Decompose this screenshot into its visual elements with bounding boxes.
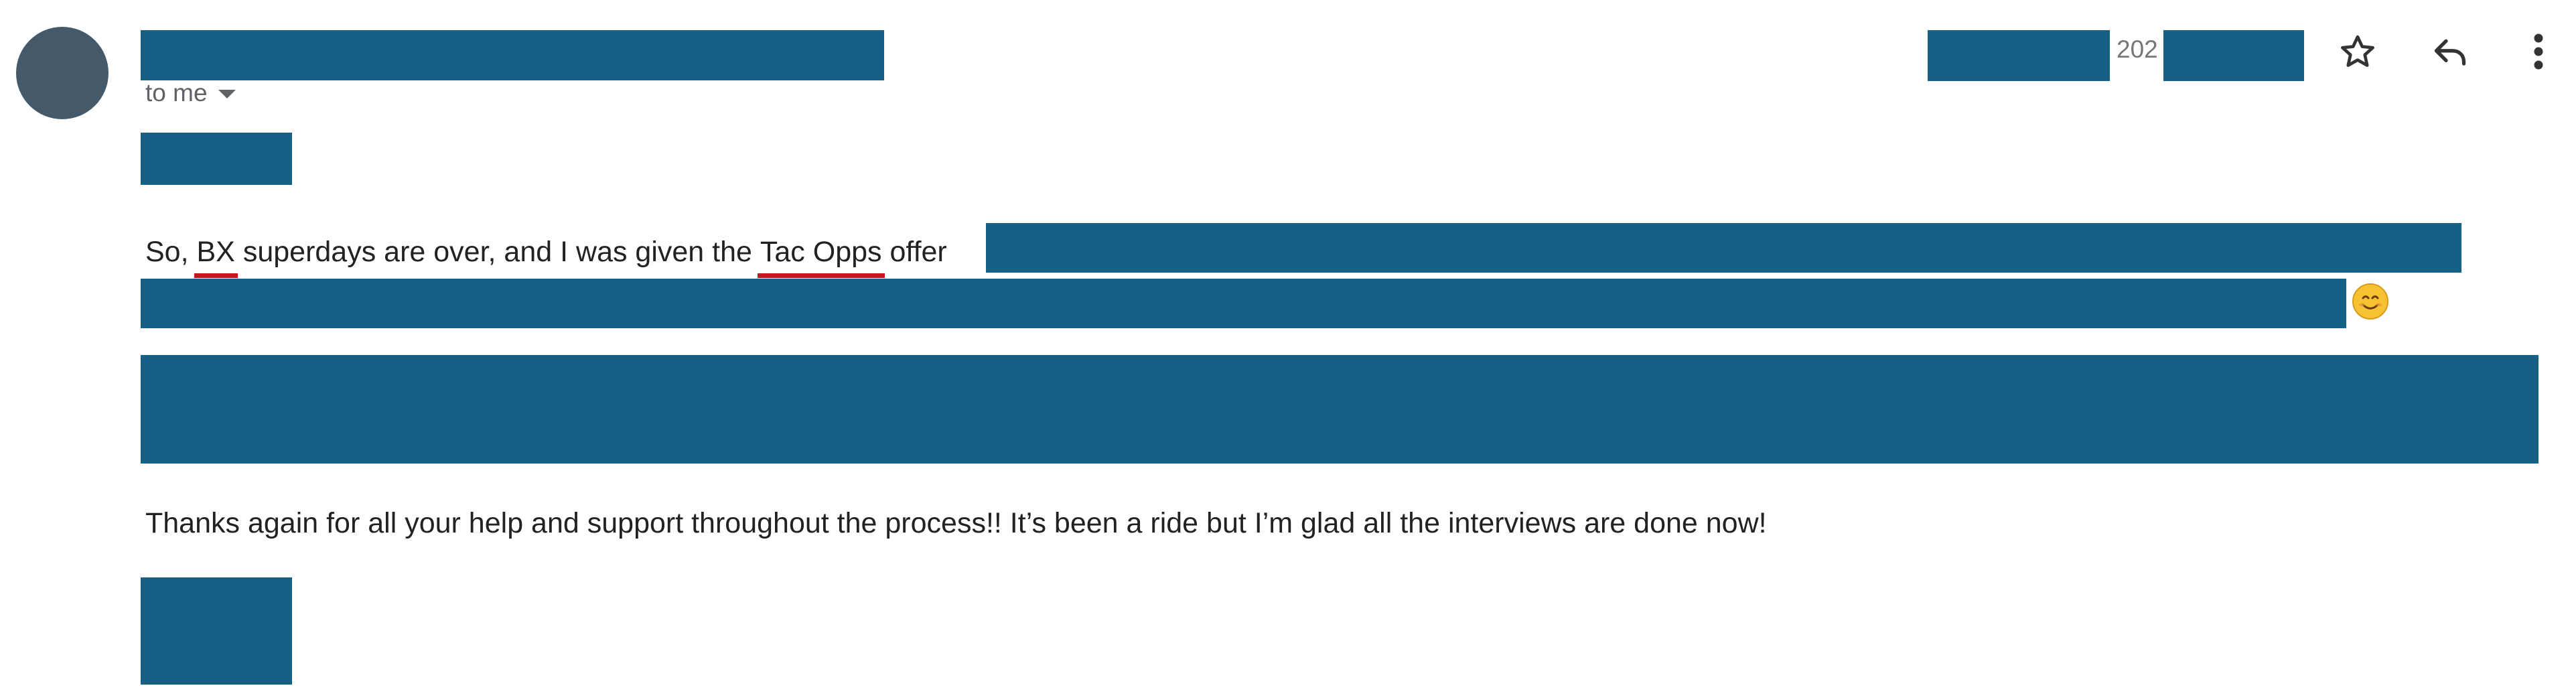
line1-text-1: So, — [145, 236, 197, 268]
star-outline-icon — [2341, 35, 2374, 67]
line2-redacted — [141, 279, 2346, 328]
line1-text-2: superdays are over, and I was given the — [234, 236, 760, 268]
closing-line: Thanks again for all your help and suppo… — [145, 507, 1767, 539]
paragraph-redacted — [141, 355, 2538, 464]
reply-button[interactable] — [2427, 28, 2474, 75]
spellcheck-word-bx[interactable]: BX — [194, 238, 238, 278]
more-options-button[interactable] — [2515, 28, 2562, 75]
signature-redacted — [141, 577, 292, 685]
sender-name-redacted — [141, 30, 884, 80]
caret-down-icon — [218, 90, 236, 98]
date-redacted-part-2 — [2163, 30, 2304, 81]
line1-text-3: offer — [881, 236, 947, 268]
more-vert-icon — [2534, 33, 2543, 70]
reply-icon — [2434, 39, 2466, 66]
star-button[interactable] — [2334, 28, 2381, 75]
greeting-redacted — [141, 133, 292, 185]
smiling-face-icon — [2352, 283, 2388, 320]
date-fragment: 202 — [2117, 36, 2158, 63]
recipient-label: to me — [145, 79, 208, 107]
line1-redacted-end — [986, 223, 2461, 273]
spellcheck-word-tac-opps[interactable]: Tac Opps — [757, 238, 885, 278]
recipient-details-toggle[interactable]: to me — [145, 80, 236, 105]
date-redacted-part-1 — [1928, 30, 2110, 81]
sender-avatar[interactable] — [16, 27, 109, 119]
message-line-1: So, BX superdays are over, and I was giv… — [145, 236, 947, 278]
